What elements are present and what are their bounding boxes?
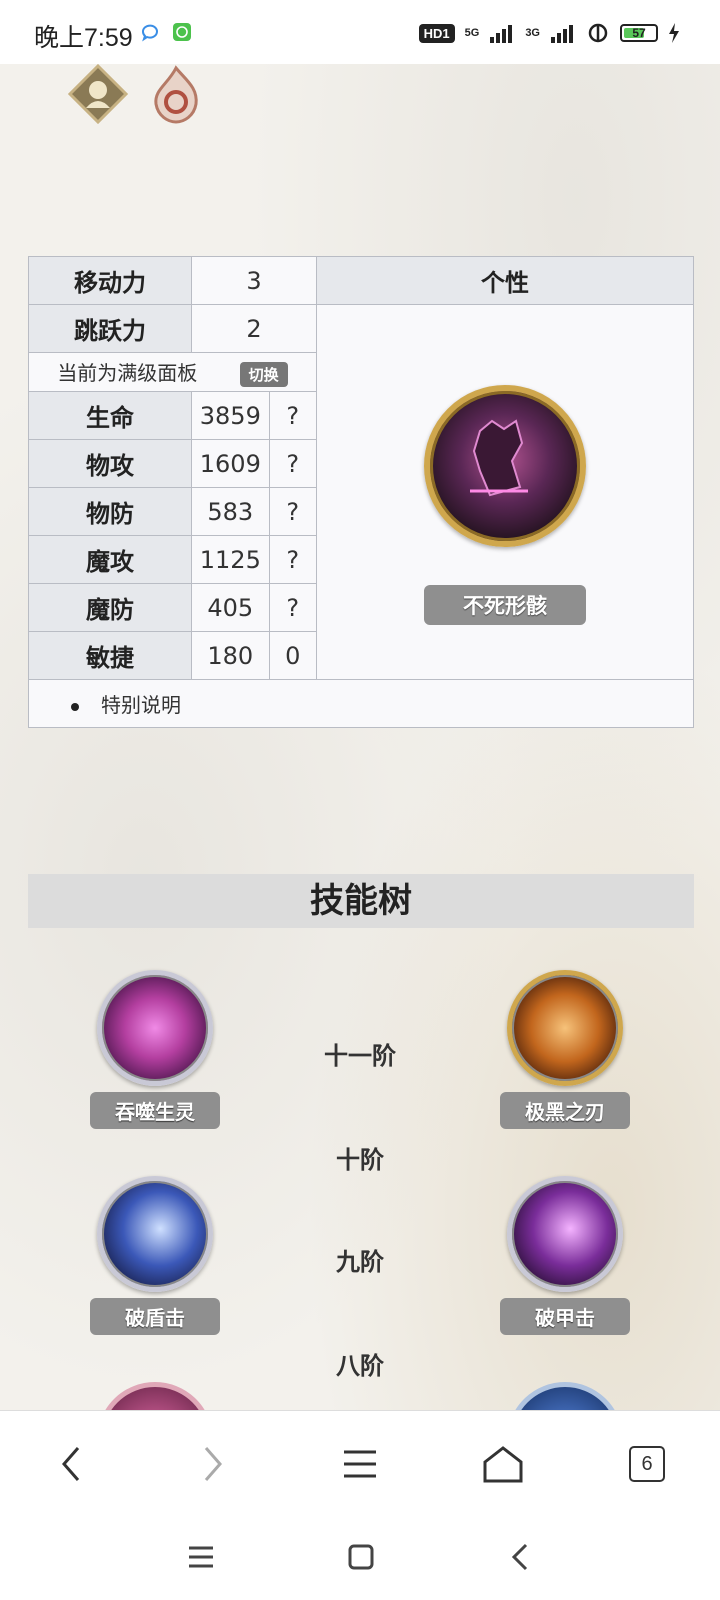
stat-label-matk: 魔攻 (28, 535, 192, 584)
stat-extra-patk: ? (268, 439, 318, 488)
shield-break-skill-icon (97, 1176, 213, 1292)
trait-name-label: 不死形骸 (424, 585, 586, 625)
skill-black-blade[interactable]: 极黑之刃 (500, 970, 630, 1129)
skill-label: 破盾击 (90, 1298, 220, 1335)
menu-icon (344, 1450, 376, 1478)
jump-value: 2 (191, 304, 317, 353)
tab-count: 6 (629, 1446, 665, 1482)
next-skill-partial-right (507, 1382, 623, 1410)
signal-icon (490, 25, 513, 43)
home-icon (483, 1446, 523, 1483)
skill-tree-header: 技能树 (28, 874, 694, 928)
recent-apps-icon[interactable] (186, 1542, 216, 1572)
stat-value-matk: 1125 (191, 535, 270, 584)
stat-value-agi: 180 (191, 631, 270, 680)
stat-label-pdef: 物防 (28, 487, 192, 536)
home-button[interactable] (478, 1439, 528, 1489)
stat-extra-matk: ? (268, 535, 318, 584)
hd-badge: HD1 (418, 23, 455, 43)
system-back-icon[interactable] (506, 1542, 536, 1572)
stat-extra-agi: 0 (268, 631, 318, 680)
status-bar: 晚上7:59 HD1 5G 3G 57 (0, 0, 720, 64)
stat-value-hp: 3859 (191, 391, 270, 440)
skill-label: 破甲击 (500, 1298, 630, 1335)
signal-icon-2 (551, 25, 573, 43)
stats-table: 移动力 3 个性 跳跃力 2 不死形骸 当前为满级面板 切换 生命 3859 ?… (28, 256, 694, 728)
menu-button[interactable] (335, 1439, 385, 1489)
skill-label: 吞噬生灵 (90, 1092, 220, 1129)
back-button[interactable] (46, 1439, 96, 1489)
app-notification-icon (173, 23, 191, 41)
move-value: 3 (191, 256, 317, 305)
bullet-icon (71, 702, 79, 711)
stat-label-patk: 物攻 (28, 439, 192, 488)
stat-extra-mdef: ? (268, 583, 318, 632)
browser-toolbar: 6 (0, 1410, 720, 1517)
tabs-button[interactable]: 6 (622, 1439, 672, 1489)
system-nav-bar (0, 1516, 720, 1600)
network-5g: 5G (464, 27, 480, 39)
stat-extra-hp: ? (268, 391, 318, 440)
black-blade-skill-icon (507, 970, 623, 1086)
back-arrow-icon (62, 1447, 80, 1481)
network-3g: 3G (525, 27, 540, 39)
devour-skill-icon (97, 970, 213, 1086)
fire-element-icon (154, 65, 198, 124)
tier-8: 八阶 (336, 1352, 384, 1380)
move-label: 移动力 (28, 256, 192, 305)
switch-button[interactable]: 切换 (239, 362, 288, 387)
tier-11: 十一阶 (324, 1042, 396, 1070)
status-time: 晚上7:59 (34, 24, 133, 52)
tier-9: 九阶 (336, 1248, 384, 1276)
charging-icon (669, 23, 679, 43)
skill-devour[interactable]: 吞噬生灵 (90, 970, 220, 1129)
stat-label-agi: 敏捷 (28, 631, 192, 680)
stat-label-hp: 生命 (28, 391, 192, 440)
chat-notification-icon (142, 24, 158, 42)
class-emblem-icon (68, 64, 128, 124)
next-skill-partial-left (97, 1382, 213, 1410)
stat-label-mdef: 魔防 (28, 583, 192, 632)
stat-value-mdef: 405 (191, 583, 270, 632)
trait-header: 个性 (316, 256, 694, 305)
tier-10: 十阶 (336, 1146, 384, 1174)
special-note-row: 特别说明 (28, 679, 694, 728)
jump-label: 跳跃力 (28, 304, 192, 353)
panel-note-row: 当前为满级面板 切换 (28, 352, 317, 392)
forward-button[interactable] (188, 1439, 238, 1489)
stat-extra-pdef: ? (268, 487, 318, 536)
undead-trait-icon[interactable] (424, 385, 586, 547)
stat-value-pdef: 583 (191, 487, 270, 536)
armor-break-skill-icon (507, 1176, 623, 1292)
home-square-icon[interactable] (346, 1542, 376, 1572)
skill-shield-break[interactable]: 破盾击 (90, 1176, 220, 1335)
hotspot-icon (588, 23, 608, 43)
panel-note: 当前为满级面板 (57, 361, 198, 385)
stat-value-patk: 1609 (191, 439, 270, 488)
skill-armor-break[interactable]: 破甲击 (500, 1176, 630, 1335)
special-note-link[interactable]: 特别说明 (101, 693, 181, 717)
skill-label: 极黑之刃 (500, 1092, 630, 1129)
trait-panel: 不死形骸 (316, 304, 694, 680)
forward-arrow-icon (204, 1447, 222, 1481)
battery-indicator: 57 (620, 24, 658, 42)
